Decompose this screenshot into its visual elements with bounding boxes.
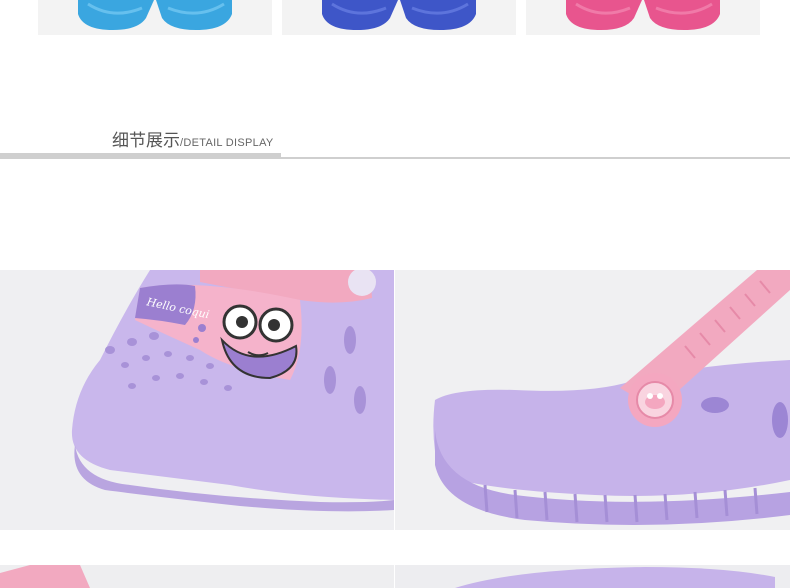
detail-photo-sole-image [395, 565, 790, 588]
product-thumbnail-royal-blue[interactable] [282, 0, 516, 35]
detail-photo-strap-edge-image [0, 565, 394, 588]
shoe-thumbnail-image [38, 0, 272, 35]
section-rule [0, 157, 790, 159]
shoe-thumbnail-image [282, 0, 516, 35]
detail-photo-strap-image [395, 270, 790, 530]
detail-photo-strap[interactable] [395, 270, 790, 530]
detail-photo-toe-image: Hello coqui [0, 270, 394, 530]
shoe-thumbnail-image [526, 0, 760, 35]
detail-photo-toe[interactable]: Hello coqui [0, 270, 394, 530]
product-thumbnail-pink[interactable] [526, 0, 760, 35]
section-title-en: /DETAIL DISPLAY [180, 137, 274, 149]
section-title: 细节展示/DETAIL DISPLAY [112, 126, 274, 151]
detail-photo-sole[interactable] [395, 565, 790, 588]
detail-photo-strap-edge[interactable] [0, 565, 394, 588]
section-title-cn: 细节展示 [112, 131, 180, 150]
product-detail-page: 细节展示/DETAIL DISPLAY Hello coqui [0, 0, 790, 588]
product-thumbnail-sky-blue[interactable] [38, 0, 272, 35]
